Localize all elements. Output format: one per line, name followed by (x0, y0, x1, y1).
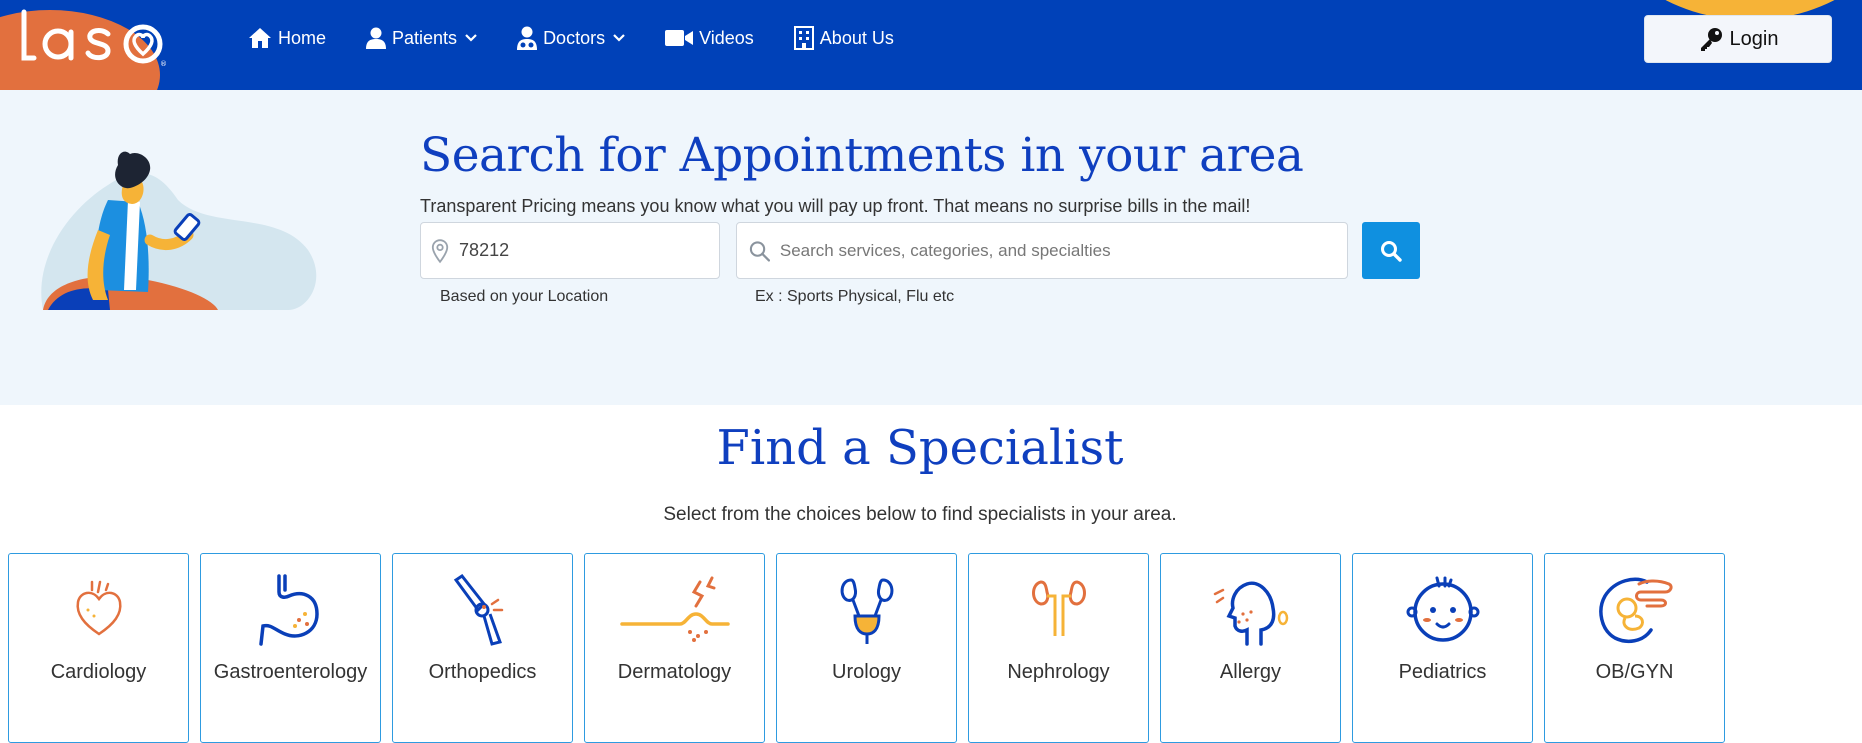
specialist-card-orthopedics[interactable]: Orthopedics (392, 553, 573, 743)
nav-patients-label: Patients (392, 27, 458, 48)
building-icon (793, 26, 814, 50)
video-camera-icon (665, 30, 694, 46)
service-search-input[interactable] (779, 240, 1347, 261)
specialist-card-allergy[interactable]: Allergy (1160, 553, 1341, 743)
nav-patients[interactable]: Patients (366, 27, 477, 49)
chevron-down-icon (465, 34, 477, 42)
specialist-card-dermatology[interactable]: Dermatology (584, 553, 765, 743)
nav-videos-label: Videos (699, 27, 754, 48)
location-input[interactable] (459, 240, 719, 261)
fetus-icon (1598, 577, 1673, 644)
specialist-label: Pediatrics (1398, 661, 1487, 683)
specialists-title: Find a Specialist (716, 420, 1124, 476)
specialist-card-pediatrics[interactable]: Pediatrics (1352, 553, 1533, 743)
baby-face-icon (1406, 576, 1479, 642)
svg-text:®: ® (160, 60, 167, 68)
kidney-icon (1031, 580, 1086, 636)
laso-logo[interactable]: ® (18, 8, 198, 68)
nav-home[interactable]: Home (248, 27, 326, 49)
specialist-cards: Cardiology Gastroenterology Orthopedics … (8, 553, 1736, 743)
login-label: Login (1729, 27, 1779, 50)
doctor-icon (517, 26, 538, 50)
stomach-icon (258, 574, 319, 646)
nav-doctors[interactable]: Doctors (517, 26, 625, 50)
main-nav: Home Patients Doctors Videos About Us (248, 0, 934, 76)
specialist-card-nephrology[interactable]: Nephrology (968, 553, 1149, 743)
specialist-label: Cardiology (50, 661, 147, 683)
search-icon (1381, 240, 1402, 262)
user-icon (366, 27, 387, 49)
specialist-label: Orthopedics (428, 661, 537, 683)
specialist-label: OB/GYN (1595, 661, 1674, 683)
specialists-subtitle: Select from the choices below to find sp… (663, 504, 1177, 525)
location-hint: Based on your Location (440, 288, 609, 305)
key-icon (1700, 28, 1722, 51)
bladder-icon (840, 578, 893, 644)
nav-about-us-label: About Us (819, 27, 894, 48)
service-hint: Ex : Sports Physical, Flu etc (755, 288, 955, 305)
bone-joint-icon (453, 574, 503, 646)
top-navbar: ® Home Patients Doctors Videos About Us … (0, 0, 1862, 90)
allergy-face-icon (1213, 581, 1288, 646)
map-pin-icon (431, 238, 449, 263)
hero-title: Search for Appointments in your area (420, 128, 1304, 183)
specialist-card-obgyn[interactable]: OB/GYN (1544, 553, 1725, 743)
specialist-card-urology[interactable]: Urology (776, 553, 957, 743)
specialist-card-cardiology[interactable]: Cardiology (8, 553, 189, 743)
specialist-label: Urology (832, 661, 901, 683)
nav-about-us[interactable]: About Us (793, 26, 894, 50)
login-button[interactable]: Login (1644, 15, 1832, 63)
specialist-label: Gastroenterology (213, 661, 368, 683)
search-button[interactable] (1362, 222, 1420, 279)
nav-doctors-label: Doctors (543, 27, 606, 48)
chevron-down-icon (613, 34, 625, 42)
specialist-card-gastroenterology[interactable]: Gastroenterology (200, 553, 381, 743)
search-icon (749, 240, 770, 262)
skin-icon (619, 576, 730, 642)
nav-home-label: Home (278, 27, 327, 48)
hero-subtitle: Transparent Pricing means you know what … (420, 196, 1251, 216)
person-with-phone-illustration (41, 151, 317, 310)
search-hero: Search for Appointments in your area Tra… (0, 90, 1862, 405)
home-icon (249, 28, 271, 48)
specialist-label: Dermatology (617, 661, 732, 683)
location-field[interactable] (420, 222, 720, 279)
specialist-label: Allergy (1219, 661, 1282, 683)
heart-icon (75, 580, 122, 636)
service-search-field[interactable] (736, 222, 1348, 279)
specialist-label: Nephrology (1007, 661, 1110, 683)
nav-videos[interactable]: Videos (665, 28, 754, 49)
